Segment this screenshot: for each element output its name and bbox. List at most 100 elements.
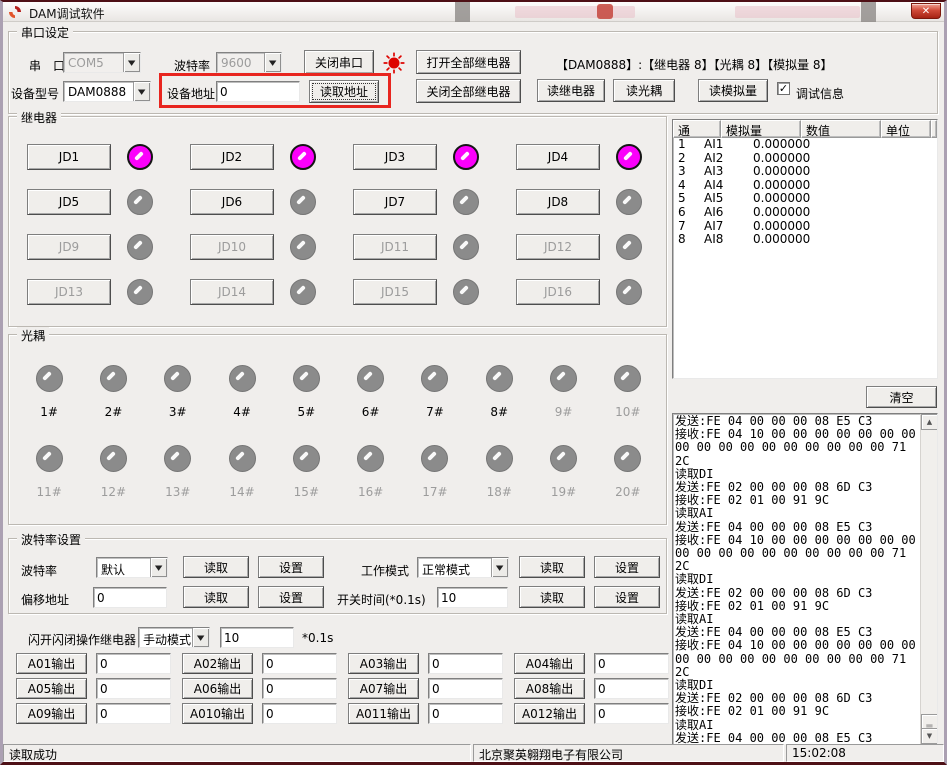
scroll-up-button[interactable]: ▲ <box>921 414 938 430</box>
read-baud-button[interactable]: 读取 <box>183 556 249 578</box>
relay-button[interactable]: JD11 <box>353 234 437 260</box>
baudrate-select[interactable]: 默认 ▼ <box>96 557 168 578</box>
read-work-mode-button[interactable]: 读取 <box>519 556 585 578</box>
close-serial-button[interactable]: 关闭串口 <box>304 50 374 74</box>
output-value-input[interactable] <box>96 653 171 674</box>
set-baud-button[interactable]: 设置 <box>258 556 324 578</box>
output-button[interactable]: A07输出 <box>348 678 419 699</box>
read-address-button[interactable]: 读取地址 <box>309 80 379 103</box>
debug-info-checkbox[interactable]: ✓ <box>777 82 790 95</box>
close-all-relays-button[interactable]: 关闭全部继电器 <box>416 79 521 103</box>
offset-address-input[interactable] <box>93 587 167 608</box>
output-value-input[interactable] <box>594 653 669 674</box>
flash-mode-select[interactable]: 手动模式 ▼ <box>138 627 210 648</box>
output-value-input[interactable] <box>96 703 171 724</box>
chevron-down-icon[interactable]: ▼ <box>264 53 281 72</box>
output-button[interactable]: A01输出 <box>16 653 87 674</box>
chevron-down-icon[interactable]: ▼ <box>123 53 140 72</box>
relay-button[interactable]: JD15 <box>353 279 437 305</box>
relay-cell: JD8 <box>516 189 679 215</box>
relay-button[interactable]: JD9 <box>27 234 111 260</box>
chevron-down-icon[interactable]: ▼ <box>150 558 167 577</box>
log-scrollbar[interactable]: ▲ ≡ ▼ <box>920 414 937 744</box>
opto-channel-label: 7# <box>426 405 444 419</box>
output-value-input[interactable] <box>594 703 669 724</box>
output-button[interactable]: A04输出 <box>514 653 585 674</box>
value-cell: 0.000000 <box>744 138 824 152</box>
set-switch-time-button[interactable]: 设置 <box>594 586 660 608</box>
output-value-input[interactable] <box>262 678 337 699</box>
column-header[interactable]: 数值 <box>801 120 881 138</box>
relay-button[interactable]: JD2 <box>190 144 274 170</box>
model-select[interactable]: DAM0888 ▼ <box>63 81 151 102</box>
relay-button[interactable]: JD13 <box>27 279 111 305</box>
output-button[interactable]: A05输出 <box>16 678 87 699</box>
open-all-relays-button[interactable]: 打开全部继电器 <box>416 50 521 74</box>
chevron-down-icon[interactable]: ▼ <box>491 558 508 577</box>
relay-button[interactable]: JD8 <box>516 189 600 215</box>
relay-button[interactable]: JD14 <box>190 279 274 305</box>
relay-button[interactable]: JD4 <box>516 144 600 170</box>
relay-button[interactable]: JD3 <box>353 144 437 170</box>
scroll-down-button[interactable]: ▼ <box>921 728 938 744</box>
relay-button[interactable]: JD10 <box>190 234 274 260</box>
device-address-input[interactable] <box>216 81 300 102</box>
output-button[interactable]: A011输出 <box>348 703 419 724</box>
relay-button[interactable]: JD16 <box>516 279 600 305</box>
relay-button[interactable]: JD12 <box>516 234 600 260</box>
column-header[interactable] <box>931 120 937 138</box>
table-row[interactable]: 1 AI1 0.000000 <box>673 138 937 152</box>
opto-led-indicator <box>36 365 63 392</box>
relay-button[interactable]: JD1 <box>27 144 111 170</box>
chevron-down-icon[interactable]: ▼ <box>192 628 209 647</box>
column-header[interactable]: 通 <box>673 120 721 138</box>
set-offset-button[interactable]: 设置 <box>258 586 324 608</box>
table-row[interactable]: 4 AI4 0.000000 <box>673 179 937 193</box>
output-value-input[interactable] <box>594 678 669 699</box>
read-switch-time-button[interactable]: 读取 <box>519 586 585 608</box>
read-offset-button[interactable]: 读取 <box>183 586 249 608</box>
output-value-input[interactable] <box>262 653 337 674</box>
table-row[interactable]: 7 AI7 0.000000 <box>673 220 937 234</box>
port-select[interactable]: COM5 ▼ <box>63 52 141 73</box>
baud-select[interactable]: 9600 ▼ <box>216 52 282 73</box>
relay-button[interactable]: JD7 <box>353 189 437 215</box>
close-button[interactable]: ✕ <box>911 3 941 19</box>
output-value-input[interactable] <box>96 678 171 699</box>
output-button[interactable]: A08输出 <box>514 678 585 699</box>
clear-log-button[interactable]: 清空 <box>866 386 937 408</box>
chevron-down-icon[interactable]: ▼ <box>133 82 150 101</box>
relay-cell: JD1 <box>27 144 190 170</box>
switch-time-input[interactable] <box>437 587 508 608</box>
column-header[interactable]: 模拟量 <box>721 120 801 138</box>
read-opto-button[interactable]: 读光耦 <box>613 79 675 102</box>
table-row[interactable]: 3 AI3 0.000000 <box>673 165 937 179</box>
titlebar[interactable]: DAM调试软件 ✕ <box>3 2 944 22</box>
read-relay-button[interactable]: 读继电器 <box>537 79 605 102</box>
offset-address-label: 偏移地址 <box>21 591 69 608</box>
relay-button[interactable]: JD5 <box>27 189 111 215</box>
baud-value: 9600 <box>217 53 264 72</box>
log-panel[interactable]: 发送:FE 04 00 00 00 08 E5 C3 接收:FE 04 10 0… <box>672 413 938 745</box>
flash-time-input[interactable] <box>220 627 294 648</box>
relay-button[interactable]: JD6 <box>190 189 274 215</box>
output-button[interactable]: A09输出 <box>16 703 87 724</box>
output-value-input[interactable] <box>428 703 503 724</box>
output-button[interactable]: A03输出 <box>348 653 419 674</box>
output-button[interactable]: A012输出 <box>514 703 585 724</box>
table-row[interactable]: 8 AI8 0.000000 <box>673 233 937 247</box>
table-row[interactable]: 5 AI5 0.000000 <box>673 192 937 206</box>
output-value-input[interactable] <box>262 703 337 724</box>
work-mode-select[interactable]: 正常模式 ▼ <box>417 557 509 578</box>
output-button[interactable]: A06输出 <box>182 678 253 699</box>
output-value-input[interactable] <box>428 653 503 674</box>
output-button[interactable]: A02输出 <box>182 653 253 674</box>
set-work-mode-button[interactable]: 设置 <box>594 556 660 578</box>
table-row[interactable]: 2 AI2 0.000000 <box>673 152 937 166</box>
opto-cell: 3# <box>146 365 210 419</box>
read-analog-button[interactable]: 读模拟量 <box>698 79 768 102</box>
output-value-input[interactable] <box>428 678 503 699</box>
output-button[interactable]: A010输出 <box>182 703 253 724</box>
column-header[interactable]: 单位 <box>881 120 931 138</box>
table-row[interactable]: 6 AI6 0.000000 <box>673 206 937 220</box>
